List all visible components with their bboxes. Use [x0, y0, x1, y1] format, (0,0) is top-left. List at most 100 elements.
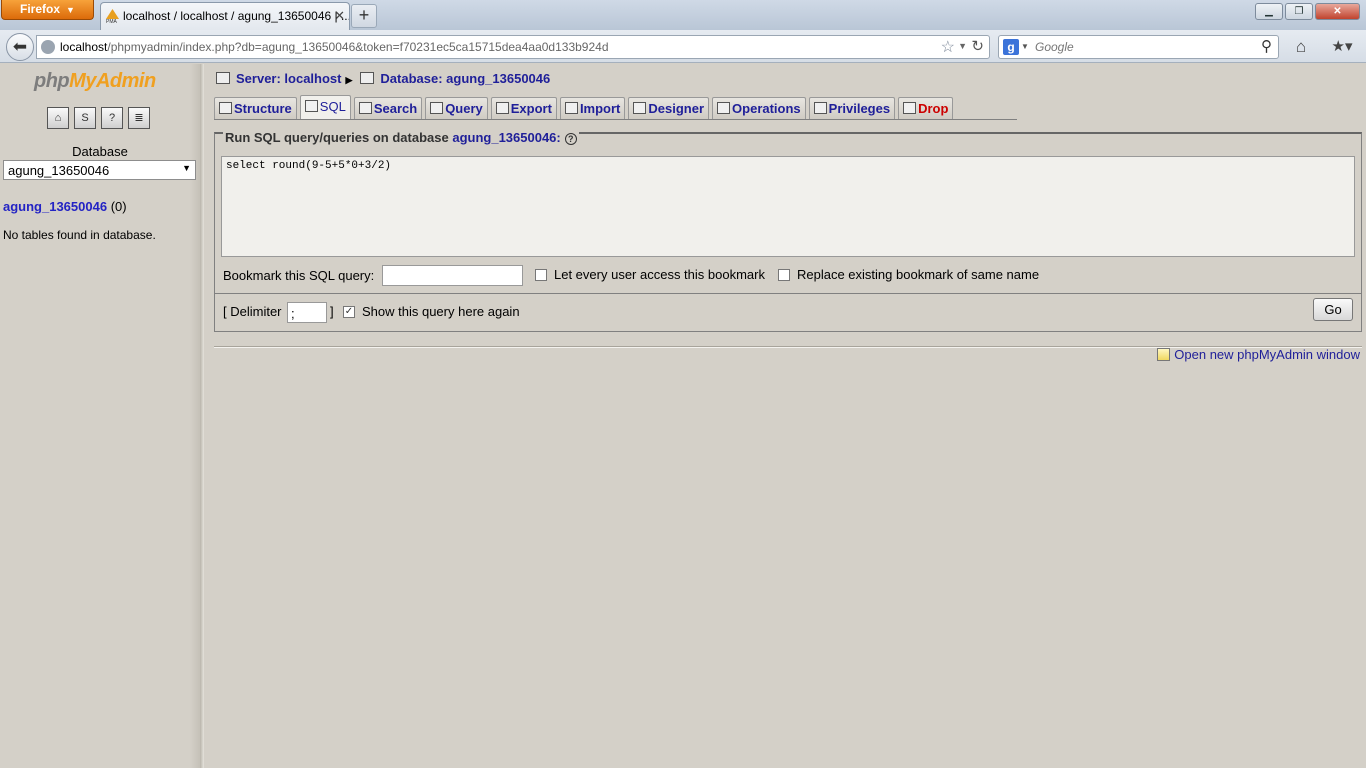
url-bar[interactable]: localhost/phpmyadmin/index.php?db=agung_… [36, 35, 990, 59]
replace-bookmark-checkbox[interactable] [778, 269, 790, 281]
window-controls: ▁ ❐ ✕ [1255, 3, 1360, 21]
open-new-window-link[interactable]: Open new phpMyAdmin window [1157, 347, 1360, 362]
tab-label: Operations [732, 101, 801, 116]
tab-structure[interactable]: Structure [214, 97, 297, 119]
home-icon[interactable]: ⌂ [47, 107, 69, 129]
drop-icon [903, 102, 917, 114]
tab-label: Export [510, 101, 552, 116]
new-tab-button[interactable]: + [351, 4, 377, 28]
help-icon[interactable]: ? [564, 133, 577, 145]
search-icon [358, 102, 372, 114]
tab-drop[interactable]: Drop [898, 97, 954, 119]
site-identity-icon[interactable] [41, 40, 55, 54]
replace-bookmark-label[interactable]: Replace existing bookmark of same name [797, 267, 1039, 282]
logo-myadmin: MyAdmin [69, 70, 156, 92]
legend-prefix: Run SQL query/queries on database [225, 130, 449, 145]
browser-tab[interactable]: PMA localhost / localhost / agung_136500… [100, 2, 350, 30]
database-link[interactable]: Database: agung_13650046 [380, 71, 550, 86]
phpmyadmin-logo[interactable]: phpMyAdmin [34, 70, 156, 93]
tab-label: Query [445, 101, 483, 116]
delimiter-input[interactable]: ; [287, 302, 327, 323]
bookmark-input[interactable] [382, 265, 523, 286]
engine-dropdown-icon[interactable]: ▼ [1021, 42, 1029, 51]
quick-icons: ⌂ S ? ≣ [47, 107, 150, 129]
firefox-menu-label: Firefox [20, 2, 61, 16]
pma-favicon-icon: PMA [106, 9, 119, 23]
sql-icon[interactable]: S [74, 107, 96, 129]
delimiter-label: [ Delimiter [223, 304, 282, 319]
close-tab-icon[interactable]: ✕ [334, 8, 345, 24]
tab-label: Import [579, 101, 621, 116]
close-window-icon[interactable]: ✕ [1315, 3, 1360, 20]
chevron-down-icon: ▼ [66, 5, 75, 15]
export-icon [495, 102, 509, 114]
url-host: localhost [60, 40, 108, 54]
tab-strip: Firefox ▼ PMA localhost / localhost / agu… [0, 0, 1366, 30]
bookmark-label: Bookmark this SQL query: [223, 268, 375, 283]
new-window-icon [1157, 348, 1171, 361]
docs-icon[interactable]: ≣ [128, 107, 150, 129]
google-engine-icon[interactable]: g [1003, 39, 1019, 55]
tab-search[interactable]: Search [353, 97, 423, 119]
tab-privileges[interactable]: Privileges [808, 97, 896, 119]
privileges-icon [813, 102, 827, 114]
tab-sql[interactable]: SQL [299, 95, 351, 119]
url-history-dropdown-icon[interactable]: ▼ [958, 41, 967, 51]
restore-icon[interactable]: ❐ [1285, 3, 1313, 20]
share-bookmark-checkbox[interactable] [535, 269, 547, 281]
sql-query-fieldset: Run SQL query/queries on database agung_… [214, 130, 1362, 332]
share-bookmark-label[interactable]: Let every user access this bookmark [554, 267, 765, 282]
search-placeholder: Google [1035, 40, 1074, 54]
navigation-bar: ⬅ localhost/phpmyadmin/index.php?db=agun… [0, 30, 1366, 63]
search-bar[interactable]: g ▼ Google ⚲ [998, 35, 1279, 59]
sql-fieldset-legend: Run SQL query/queries on database agung_… [223, 130, 579, 145]
logo-php: php [34, 70, 70, 92]
search-icon[interactable]: ⚲ [1261, 37, 1272, 55]
tab-bar: Structure SQL Search Query Export Import… [214, 95, 954, 119]
back-arrow-icon: ⬅ [12, 37, 28, 56]
query-icon [430, 102, 444, 114]
tab-export[interactable]: Export [490, 97, 557, 119]
reload-icon[interactable]: ↻ [971, 37, 984, 55]
designer-icon [633, 102, 647, 114]
svg-text:PMA: PMA [106, 19, 118, 23]
firefox-menu-button[interactable]: Firefox ▼ [1, 0, 94, 20]
database-select[interactable]: agung_13650046 ▼ [3, 160, 196, 180]
main-frame: Server: localhost ▶ Database: agung_136500… [204, 64, 1366, 768]
database-link[interactable]: agung_13650046 (0) [3, 199, 127, 214]
tab-operations[interactable]: Operations [712, 97, 806, 119]
home-icon[interactable]: ⌂ [1290, 36, 1312, 58]
table-count: (0) [110, 199, 127, 214]
tab-label: Privileges [828, 101, 891, 116]
open-new-window-label[interactable]: Open new phpMyAdmin window [1174, 347, 1360, 362]
checkmark-icon: ✓ [344, 306, 354, 317]
show-query-checkbox[interactable]: ✓ [343, 306, 355, 318]
bookmarks-menu-icon[interactable]: ★▾ [1324, 36, 1360, 58]
tab-label: Structure [234, 101, 292, 116]
breadcrumb: Server: localhost ▶ Database: agung_136500… [216, 71, 550, 86]
tab-query[interactable]: Query [425, 97, 488, 119]
legend-database-link[interactable]: agung_13650046: [452, 130, 560, 145]
go-button[interactable]: Go [1313, 298, 1353, 321]
back-button[interactable]: ⬅ [6, 33, 34, 61]
sql-query-textarea[interactable]: select round(9-5+5*0+3/2) [221, 156, 1355, 257]
show-query-label[interactable]: Show this query here again [362, 304, 520, 319]
structure-icon [219, 102, 232, 114]
tab-designer[interactable]: Designer [628, 97, 710, 119]
chevron-down-icon: ▼ [182, 163, 191, 173]
tab-label: Designer [648, 101, 705, 116]
delimiter-bracket: ] [330, 304, 334, 319]
tab-label: Search [373, 101, 418, 116]
browser-tab-title: localhost / localhost / agung_13650046 |… [123, 9, 350, 23]
tab-import[interactable]: Import [559, 97, 626, 119]
database-selected-value: agung_13650046 [8, 163, 110, 178]
database-link-name[interactable]: agung_13650046 [3, 199, 107, 214]
tab-label: SQL [319, 99, 346, 114]
query-window-icon[interactable]: ? [101, 107, 123, 129]
url-path: /phpmyadmin/index.php?db=agung_13650046&… [107, 40, 609, 54]
minimize-icon[interactable]: ▁ [1255, 3, 1283, 20]
server-link[interactable]: Server: localhost [236, 71, 342, 86]
bookmark-star-icon[interactable]: ☆ [941, 37, 955, 57]
navigation-frame: phpMyAdmin ⌂ S ? ≣ Database agung_136500… [0, 64, 204, 768]
browser-window: Firefox ▼ PMA localhost / localhost / agu… [0, 0, 1366, 768]
